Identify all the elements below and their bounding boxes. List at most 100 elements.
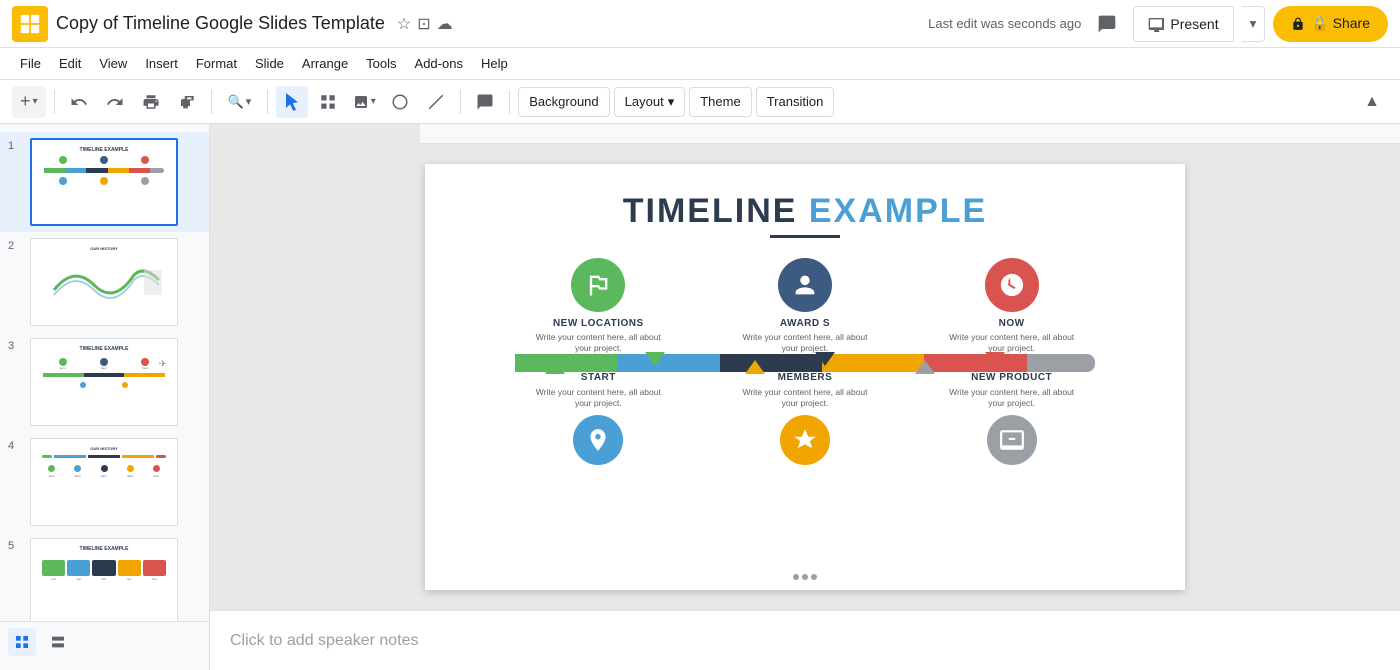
top-bar: Copy of Timeline Google Slides Template … xyxy=(0,0,1400,48)
slide-thumb-2[interactable]: 2 OUR HISTORY xyxy=(0,232,209,332)
arrow-awards xyxy=(815,352,835,366)
new-product-icon xyxy=(987,415,1037,465)
timeline-item-awards: AWARD S Write your content here, all abo… xyxy=(740,258,870,354)
present-dropdown[interactable]: ▾ xyxy=(1242,6,1266,42)
menu-help[interactable]: Help xyxy=(473,52,516,75)
menu-bar: File Edit View Insert Format Slide Arran… xyxy=(0,48,1400,80)
slide-preview-2: OUR HISTORY xyxy=(30,238,178,326)
slides-panel: 1 TIMELINE EXAMPLE xyxy=(0,124,210,670)
toolbar-sep-4 xyxy=(460,90,461,114)
star-icon[interactable]: ☆ xyxy=(397,14,411,34)
arrow-new-locations xyxy=(645,352,665,366)
timeline-item-start: START Write your content here, all about… xyxy=(533,372,663,465)
line-tool[interactable] xyxy=(420,86,452,118)
bar-green xyxy=(515,354,617,372)
arrow-new-product xyxy=(915,360,935,374)
top-actions: Present ▾ 🔒 Share xyxy=(1089,6,1388,42)
print-button[interactable] xyxy=(135,86,167,118)
title-part1: TIMELINE xyxy=(623,192,809,230)
present-button[interactable]: Present xyxy=(1133,6,1233,42)
slide-num-5: 5 xyxy=(8,540,22,552)
cloud-icon[interactable]: ☁ xyxy=(437,14,453,34)
theme-label: Theme xyxy=(700,94,740,109)
add-button[interactable]: + ▾ xyxy=(12,86,46,118)
slide-num-1: 1 xyxy=(8,140,22,152)
now-title: NOW xyxy=(947,318,1077,329)
now-desc: Write your content here, all about your … xyxy=(947,332,1077,354)
scroll-indicator xyxy=(793,574,817,580)
speaker-notes-placeholder[interactable]: Click to add speaker notes xyxy=(230,632,419,650)
bar-gray xyxy=(1027,354,1095,372)
theme-button[interactable]: Theme xyxy=(689,87,751,117)
transition-button[interactable]: Transition xyxy=(756,87,835,117)
awards-desc: Write your content here, all about your … xyxy=(740,332,870,354)
grid-view-button[interactable] xyxy=(8,628,36,656)
slide-thumb-5[interactable]: 5 TIMELINE EXAMPLE text text text xyxy=(0,532,209,632)
transition-label: Transition xyxy=(767,94,824,109)
timeline-bar-area xyxy=(465,354,1145,372)
slide-preview-3: TIMELINE EXAMPLE item item item xyxy=(30,338,178,426)
menu-insert[interactable]: Insert xyxy=(137,52,186,75)
speaker-notes[interactable]: Click to add speaker notes xyxy=(210,610,1400,670)
start-icon xyxy=(573,415,623,465)
timeline-bottom-items: START Write your content here, all about… xyxy=(465,372,1145,465)
comment-button[interactable] xyxy=(469,86,501,118)
image-tool[interactable]: ▾ xyxy=(348,86,380,118)
background-button[interactable]: Background xyxy=(518,87,609,117)
members-desc: Write your content here, all about your … xyxy=(740,387,870,409)
paint-format-button[interactable] xyxy=(171,86,203,118)
zoom-button[interactable]: 🔍 ▾ xyxy=(220,86,260,118)
app-logo xyxy=(12,6,48,42)
layout-button[interactable]: Layout ▾ xyxy=(614,87,686,117)
menu-edit[interactable]: Edit xyxy=(51,52,89,75)
menu-arrange[interactable]: Arrange xyxy=(294,52,356,75)
title-icons: ☆ ⊡ ☁ xyxy=(397,14,453,34)
redo-button[interactable] xyxy=(99,86,131,118)
main-area: 1 TIMELINE EXAMPLE xyxy=(0,124,1400,670)
slide-preview-4: OUR HISTORY xyxy=(30,438,178,526)
share-button[interactable]: 🔒 Share xyxy=(1273,6,1388,42)
menu-file[interactable]: File xyxy=(12,52,49,75)
menu-addons[interactable]: Add-ons xyxy=(407,52,471,75)
undo-button[interactable] xyxy=(63,86,95,118)
menu-slide[interactable]: Slide xyxy=(247,52,292,75)
members-icon xyxy=(780,415,830,465)
awards-icon xyxy=(778,258,832,312)
bar-red xyxy=(924,354,1026,372)
slide-thumb-1[interactable]: 1 TIMELINE EXAMPLE xyxy=(0,132,209,232)
slide-thumb-4[interactable]: 4 OUR HISTORY xyxy=(0,432,209,532)
main-slide-canvas[interactable]: TIMELINE EXAMPLE NEW LOCATIONS Write you… xyxy=(425,164,1185,590)
layout-chevron: ▾ xyxy=(668,94,675,110)
bar-blue xyxy=(617,354,719,372)
shapes-tool[interactable] xyxy=(384,86,416,118)
layout-label: Layout xyxy=(625,94,664,109)
slide-thumb-3[interactable]: 3 TIMELINE EXAMPLE item item item xyxy=(0,332,209,432)
new-product-desc: Write your content here, all about your … xyxy=(947,387,1077,409)
slide-num-3: 3 xyxy=(8,340,22,352)
timeline-item-new-locations: NEW LOCATIONS Write your content here, a… xyxy=(533,258,663,354)
menu-format[interactable]: Format xyxy=(188,52,245,75)
bar-dark xyxy=(720,354,822,372)
scroll-dot-1 xyxy=(793,574,799,580)
last-edit-status: Last edit was seconds ago xyxy=(928,16,1081,31)
ruler-horizontal xyxy=(420,124,1400,144)
menu-view[interactable]: View xyxy=(91,52,135,75)
scroll-dot-3 xyxy=(811,574,817,580)
timeline-top-items: NEW LOCATIONS Write your content here, a… xyxy=(465,258,1145,354)
timeline-item-new-product: NEW PRODUCT Write your content here, all… xyxy=(947,372,1077,465)
menu-tools[interactable]: Tools xyxy=(358,52,404,75)
toolbar-sep-2 xyxy=(211,90,212,114)
new-locations-icon xyxy=(571,258,625,312)
toolbar-sep-5 xyxy=(509,90,510,114)
slide-title: TIMELINE EXAMPLE xyxy=(623,192,987,231)
collapse-toolbar-button[interactable]: ▲ xyxy=(1356,86,1388,118)
filmstrip-view-button[interactable] xyxy=(44,628,72,656)
comments-button[interactable] xyxy=(1089,6,1125,42)
select-tool[interactable] xyxy=(276,86,308,118)
bar-orange xyxy=(822,354,924,372)
slide-num-2: 2 xyxy=(8,240,22,252)
now-icon xyxy=(985,258,1039,312)
layout-tool[interactable] xyxy=(312,86,344,118)
folder-icon[interactable]: ⊡ xyxy=(417,14,430,34)
share-label: 🔒 Share xyxy=(1311,15,1370,32)
